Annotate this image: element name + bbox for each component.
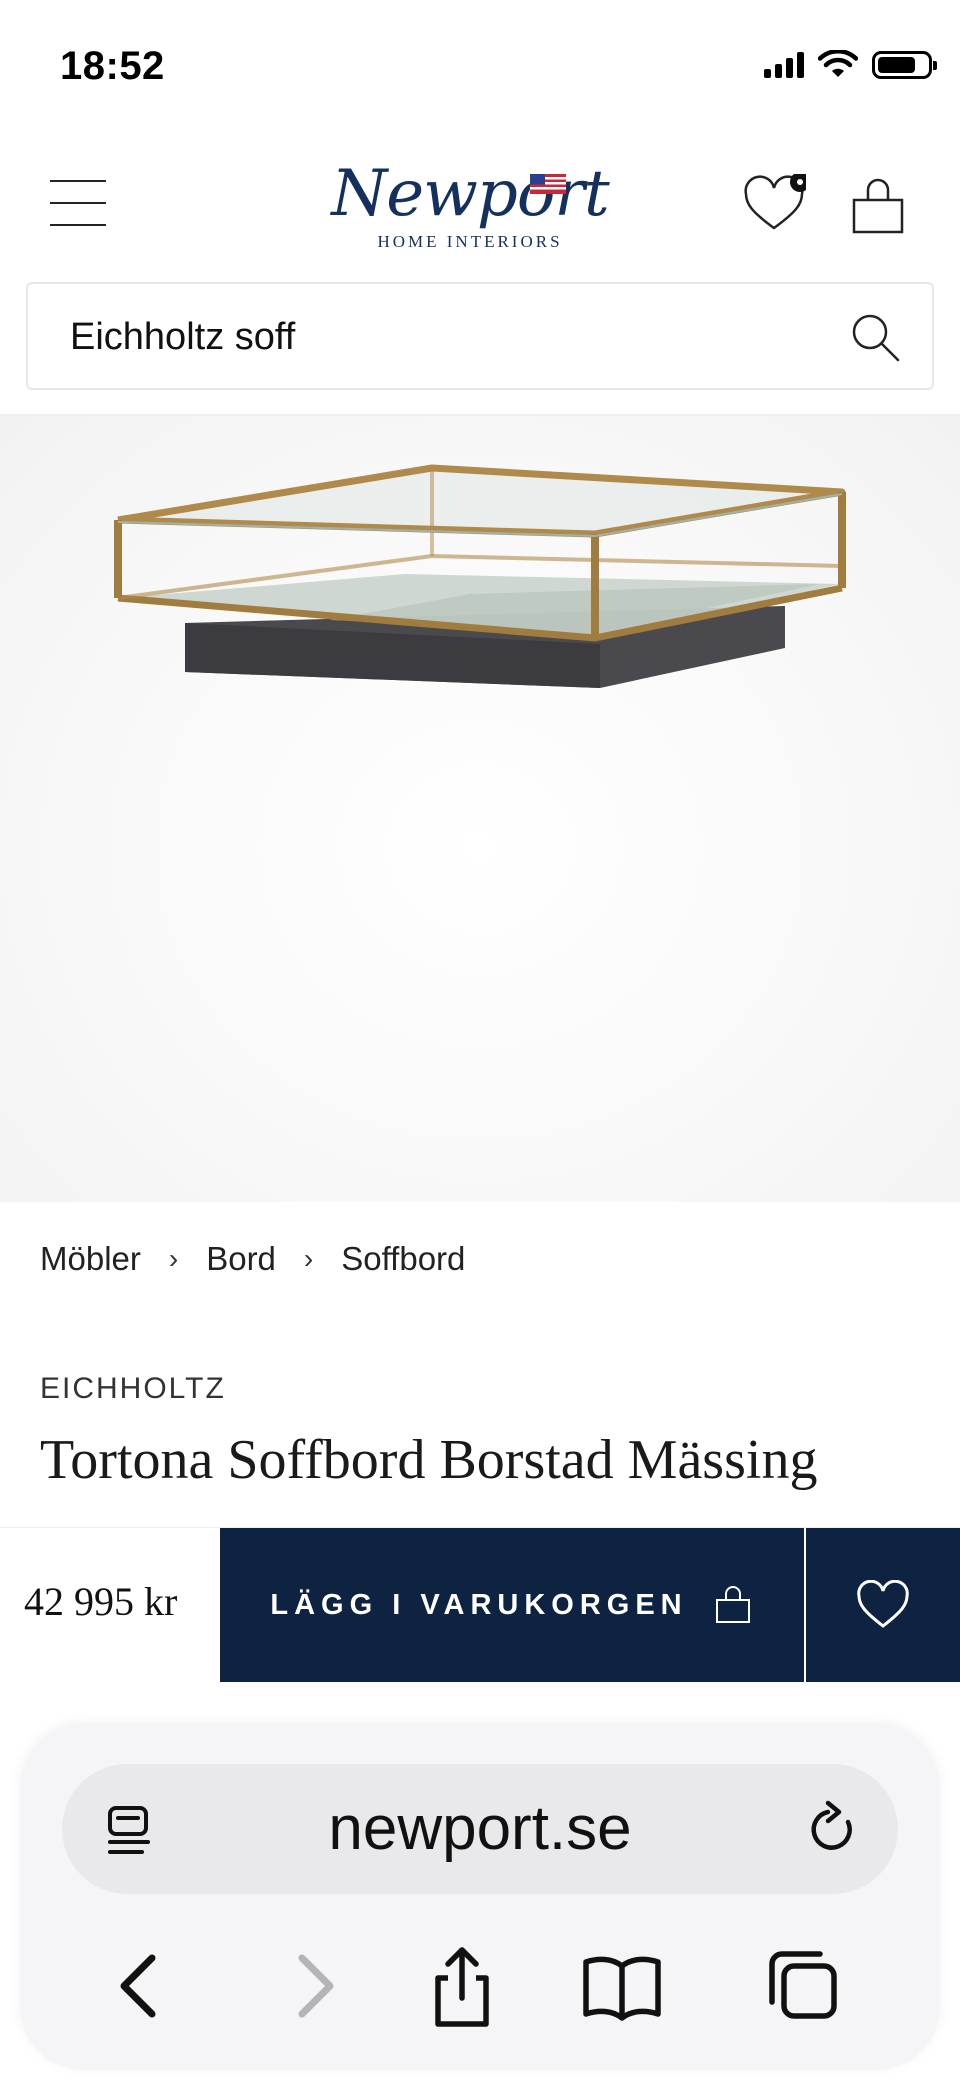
product-brand[interactable]: EICHHOLTZ — [40, 1372, 226, 1406]
breadcrumb-separator: › — [168, 1243, 179, 1274]
reload-icon[interactable] — [804, 1800, 862, 1858]
browser-toolbar: newport.se — [20, 1724, 940, 2070]
site-header: Newport HOME INTERIORS — [0, 140, 960, 270]
search-box — [26, 282, 934, 390]
shopping-bag-icon[interactable] — [846, 174, 910, 238]
share-icon[interactable] — [420, 1944, 504, 2028]
add-to-wishlist-button[interactable] — [806, 1528, 960, 1682]
menu-button[interactable] — [50, 180, 106, 226]
search-input[interactable] — [70, 312, 830, 362]
add-to-cart-button[interactable]: LÄGG I VARUKORGEN — [220, 1528, 804, 1682]
coffee-table-image — [114, 464, 846, 688]
status-icons — [764, 50, 937, 80]
breadcrumb: Möbler › Bord › Soffbord — [40, 1240, 465, 1278]
browser-nav-toolbar — [20, 1928, 940, 2038]
wifi-icon — [818, 50, 858, 77]
logo-text: Newport — [331, 157, 609, 231]
product-image-gallery[interactable] — [0, 416, 960, 1566]
bookmarks-icon[interactable] — [580, 1944, 664, 2028]
page-menu-icon[interactable] — [102, 1802, 158, 1858]
product-price: 42 995 kr — [24, 1579, 178, 1624]
add-to-cart-label: LÄGG I VARUKORGEN — [270, 1588, 688, 1621]
search-icon[interactable] — [848, 310, 902, 364]
battery-icon — [872, 51, 937, 79]
cellular-signal-icon — [764, 52, 804, 78]
shopping-bag-icon — [715, 1586, 750, 1623]
wishlist-heart-icon[interactable] — [742, 174, 806, 238]
back-icon[interactable] — [100, 1944, 184, 2028]
address-bar-url[interactable]: newport.se — [62, 1764, 898, 1894]
status-time: 18:52 — [60, 44, 165, 88]
us-flag-icon — [530, 174, 566, 194]
buy-bar: 42 995 kr LÄGG I VARUKORGEN — [0, 1527, 960, 1682]
breadcrumb-separator: › — [303, 1243, 314, 1274]
tabs-icon[interactable] — [760, 1944, 844, 2028]
breadcrumb-soffbord[interactable]: Soffbord — [341, 1240, 465, 1278]
forward-icon[interactable] — [270, 1944, 354, 2028]
status-bar: 18:52 — [0, 0, 960, 130]
product-title: Tortona Soffbord Borstad Mässing — [40, 1429, 818, 1491]
heart-icon — [857, 1580, 909, 1628]
breadcrumb-bord[interactable]: Bord — [206, 1240, 276, 1278]
address-bar[interactable]: newport.se — [62, 1764, 898, 1894]
logo-subtitle: HOME INTERIORS — [377, 232, 563, 251]
breadcrumb-mobler[interactable]: Möbler — [40, 1240, 141, 1278]
newport-logo[interactable]: Newport HOME INTERIORS — [320, 154, 620, 264]
